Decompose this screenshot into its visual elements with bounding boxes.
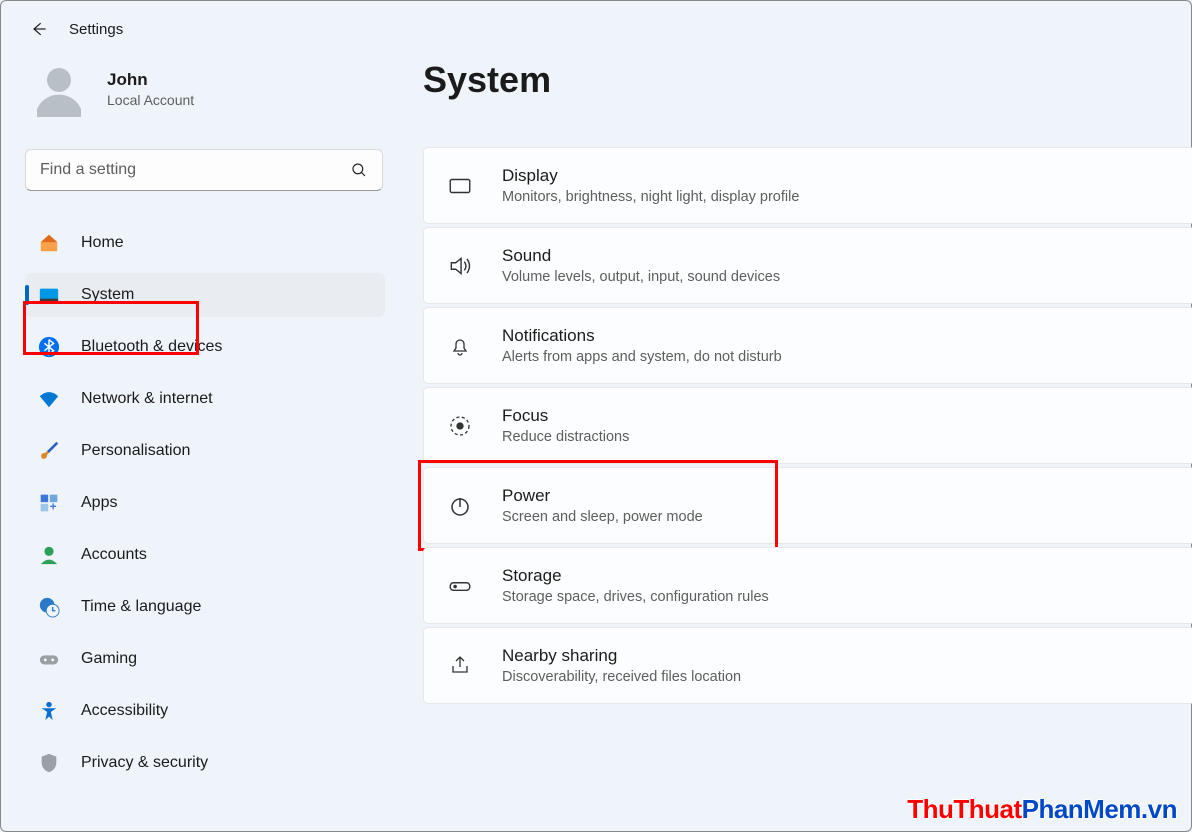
sidebar: John Local Account Home — [1, 39, 399, 819]
card-display[interactable]: Display Monitors, brightness, night ligh… — [423, 147, 1192, 224]
card-notifications[interactable]: Notifications Alerts from apps and syste… — [423, 307, 1192, 384]
sidebar-item-privacy[interactable]: Privacy & security — [25, 741, 385, 785]
power-icon — [446, 492, 474, 520]
accessibility-icon — [37, 699, 61, 723]
card-sub: Reduce distractions — [502, 429, 629, 445]
nav-label: Accounts — [81, 546, 147, 564]
nav-label: Personalisation — [81, 442, 190, 460]
sidebar-item-gaming[interactable]: Gaming — [25, 637, 385, 681]
search-icon[interactable] — [350, 161, 368, 179]
card-sub: Screen and sleep, power mode — [502, 509, 703, 525]
brush-icon — [37, 439, 61, 463]
search-box[interactable] — [25, 149, 383, 191]
gaming-icon — [37, 647, 61, 671]
user-name: John — [107, 70, 194, 90]
nav-label: System — [81, 286, 134, 304]
avatar-icon — [29, 59, 89, 119]
sidebar-item-time-language[interactable]: Time & language — [25, 585, 385, 629]
card-sub: Discoverability, received files location — [502, 669, 741, 685]
card-sub: Alerts from apps and system, do not dist… — [502, 349, 782, 365]
sidebar-item-accessibility[interactable]: Accessibility — [25, 689, 385, 733]
watermark-part2: PhanMem — [1022, 794, 1141, 824]
app-title: Settings — [69, 21, 123, 38]
card-title: Notifications — [502, 326, 782, 346]
card-title: Display — [502, 166, 799, 186]
sidebar-item-home[interactable]: Home — [25, 221, 385, 265]
nav-label: Time & language — [81, 598, 201, 616]
accounts-icon — [37, 543, 61, 567]
sidebar-item-accounts[interactable]: Accounts — [25, 533, 385, 577]
bell-icon — [446, 332, 474, 360]
watermark: ThuThuatPhanMem.vn — [907, 794, 1177, 825]
card-title: Storage — [502, 566, 769, 586]
nav-label: Accessibility — [81, 702, 168, 720]
nav-label: Privacy & security — [81, 754, 208, 772]
nav-label: Apps — [81, 494, 117, 512]
system-icon — [37, 283, 61, 307]
nav-label: Network & internet — [81, 390, 213, 408]
sidebar-item-system[interactable]: System — [25, 273, 385, 317]
card-storage[interactable]: Storage Storage space, drives, configura… — [423, 547, 1192, 624]
sidebar-item-personalisation[interactable]: Personalisation — [25, 429, 385, 473]
card-power[interactable]: Power Screen and sleep, power mode — [423, 467, 1192, 544]
shield-icon — [37, 751, 61, 775]
storage-icon — [446, 572, 474, 600]
card-title: Nearby sharing — [502, 646, 741, 666]
card-title: Power — [502, 486, 703, 506]
nav-label: Gaming — [81, 650, 137, 668]
sidebar-item-apps[interactable]: + Apps — [25, 481, 385, 525]
wifi-icon — [37, 387, 61, 411]
display-icon — [446, 172, 474, 200]
search-input[interactable] — [40, 161, 350, 179]
share-icon — [446, 652, 474, 680]
card-nearby-sharing[interactable]: Nearby sharing Discoverability, received… — [423, 627, 1192, 704]
watermark-part3: .vn — [1141, 794, 1177, 824]
card-title: Sound — [502, 246, 780, 266]
page-title: System — [423, 59, 1192, 101]
sound-icon — [446, 252, 474, 280]
header-bar: Settings — [1, 1, 1191, 39]
card-focus[interactable]: Focus Reduce distractions — [423, 387, 1192, 464]
watermark-part1: ThuThuat — [907, 794, 1021, 824]
card-sound[interactable]: Sound Volume levels, output, input, soun… — [423, 227, 1192, 304]
card-sub: Storage space, drives, configuration rul… — [502, 589, 769, 605]
svg-text:+: + — [50, 501, 57, 514]
user-account-type: Local Account — [107, 92, 194, 108]
main-content: System Display Monitors, brightness, nig… — [399, 39, 1192, 819]
user-block[interactable]: John Local Account — [29, 59, 385, 119]
card-title: Focus — [502, 406, 629, 426]
apps-icon: + — [37, 491, 61, 515]
back-icon[interactable] — [29, 19, 49, 39]
bluetooth-icon — [37, 335, 61, 359]
sidebar-item-bluetooth[interactable]: Bluetooth & devices — [25, 325, 385, 369]
clock-globe-icon — [37, 595, 61, 619]
focus-icon — [446, 412, 474, 440]
card-sub: Monitors, brightness, night light, displ… — [502, 189, 799, 205]
settings-card-list: Display Monitors, brightness, night ligh… — [423, 147, 1192, 704]
nav-label: Bluetooth & devices — [81, 338, 222, 356]
nav-label: Home — [81, 234, 124, 252]
sidebar-item-network[interactable]: Network & internet — [25, 377, 385, 421]
card-sub: Volume levels, output, input, sound devi… — [502, 269, 780, 285]
nav-list: Home System Bluetooth & devices Network … — [25, 221, 385, 785]
home-icon — [37, 231, 61, 255]
